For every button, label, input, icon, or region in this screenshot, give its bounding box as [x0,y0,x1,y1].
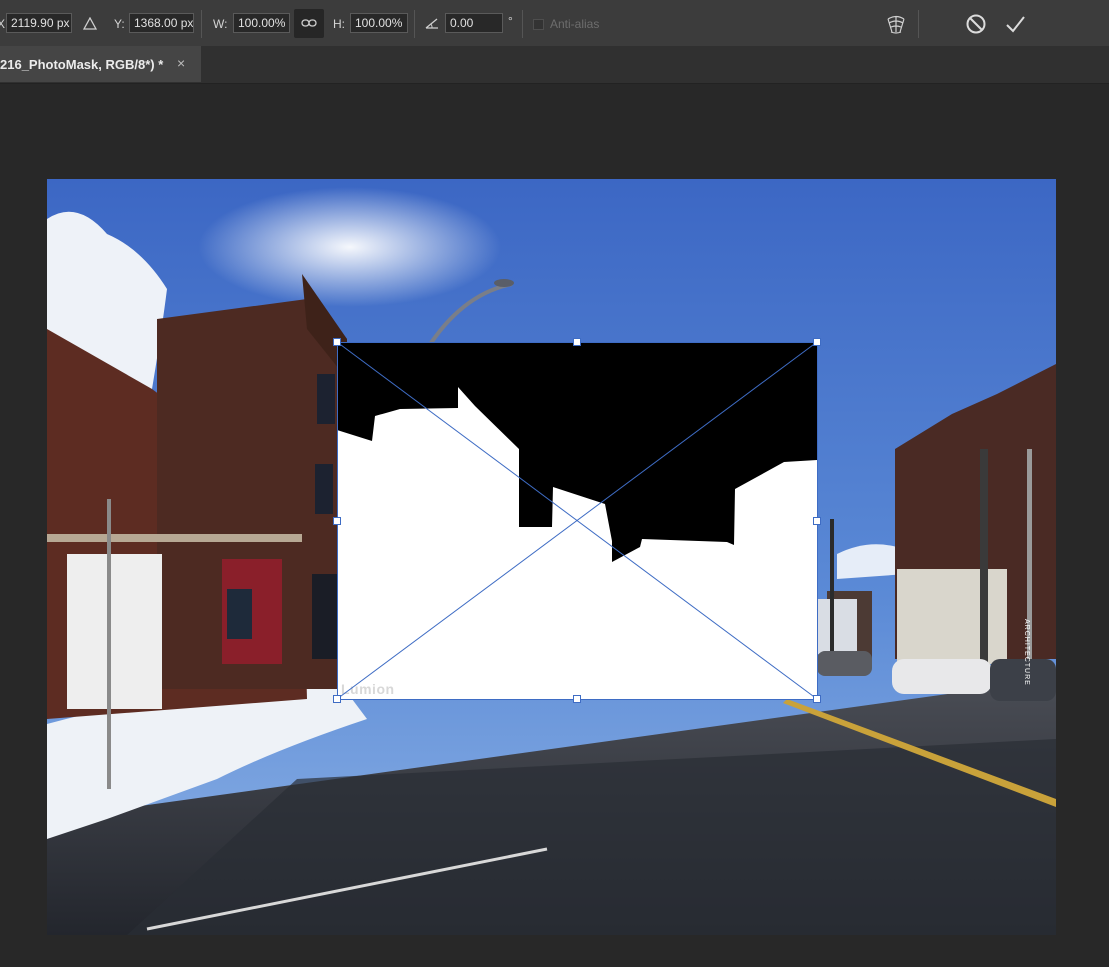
separator [918,10,919,38]
angle-icon [423,14,441,32]
triangle-delta-icon[interactable] [80,13,100,33]
transform-handle-bottom-right[interactable] [813,695,821,703]
close-icon[interactable]: × [177,55,185,71]
document-canvas[interactable]: ARCHITECTURE Lumion [47,179,1056,935]
document-tab[interactable]: 216_PhotoMask, RGB/8*) * × [0,46,201,82]
store-sign: ARCHITECTURE [1023,619,1030,686]
document-tab-bar: 216_PhotoMask, RGB/8*) * × [0,46,1109,84]
anti-alias-checkbox[interactable] [533,19,544,30]
options-bar: X: 2119.90 px Y: 1368.00 px W: 100.00% H… [0,0,1109,47]
x-position-input[interactable]: 2119.90 px [6,13,72,33]
anti-alias-label: Anti-alias [550,17,600,31]
transform-handle-left[interactable] [333,517,341,525]
document-tab-title: 216_PhotoMask, RGB/8*) * [0,57,164,72]
width-input[interactable]: 100.00% [233,13,290,33]
rotation-angle-input[interactable]: 0.00 [445,13,503,33]
transform-handle-top-left[interactable] [333,338,341,346]
photo-mask-layer[interactable]: Lumion [337,342,817,699]
separator [522,10,523,38]
cancel-icon[interactable] [964,12,988,36]
transform-handle-bottom-left[interactable] [333,695,341,703]
checkmark-icon[interactable] [1003,12,1027,36]
height-input[interactable]: 100.00% [350,13,408,33]
degree-symbol: ° [508,14,513,28]
mask-silhouette [337,342,817,562]
warp-icon[interactable] [884,12,908,36]
y-position-input[interactable]: 1368.00 px [129,13,194,33]
width-label: W: [213,17,228,31]
separator [201,10,202,38]
transform-handle-bottom[interactable] [573,695,581,703]
y-label: Y: [114,17,125,31]
transform-handle-right[interactable] [813,517,821,525]
link-button[interactable] [294,9,324,38]
watermark: Lumion [341,681,395,697]
transform-handle-top-right[interactable] [813,338,821,346]
height-label: H: [333,17,345,31]
separator [414,10,415,38]
transform-handle-top[interactable] [573,338,581,346]
link-icon [301,17,317,29]
